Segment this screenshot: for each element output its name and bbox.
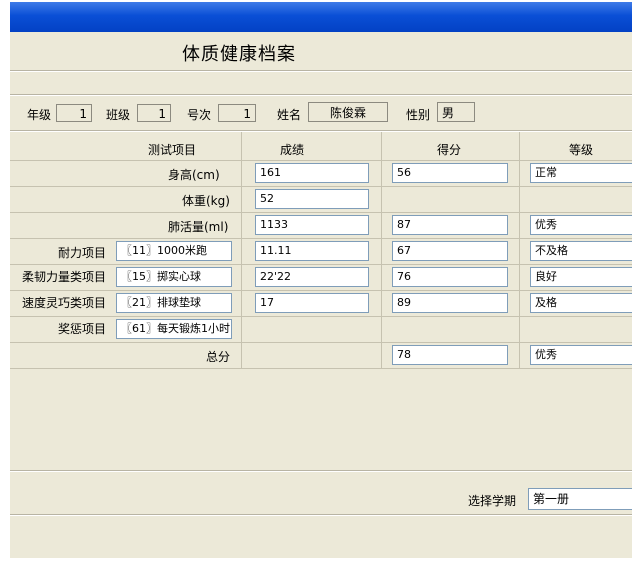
row-label-speed: 速度灵巧类项目 (22, 296, 107, 310)
number-field: 1 (218, 104, 256, 122)
speed-project-input[interactable]: 〖21〗排球垫球 (116, 293, 232, 313)
weight-score-input[interactable]: 52 (255, 189, 369, 209)
number-label: 号次 (187, 108, 212, 122)
flexibility-project-input[interactable]: 〖15〗掷实心球 (116, 267, 232, 287)
total-points-input[interactable]: 78 (392, 345, 508, 365)
row-border (10, 316, 632, 317)
row-border (10, 368, 632, 369)
divider (10, 514, 632, 516)
row-label-flexibility: 柔韧力量类项目 (22, 270, 107, 284)
name-field: 陈俊霖 (308, 102, 388, 122)
endurance-score-input[interactable]: 11.11 (255, 241, 369, 261)
header-score: 成绩 (280, 143, 305, 157)
lung-score-input[interactable]: 1133 (255, 215, 369, 235)
row-label-weight: 体重(kg) (182, 194, 230, 208)
name-label: 姓名 (277, 108, 302, 122)
row-border (10, 238, 632, 239)
height-points-input[interactable]: 56 (392, 163, 508, 183)
row-label-reward: 奖惩项目 (58, 322, 107, 336)
class-field: 1 (137, 104, 171, 122)
height-score-input[interactable]: 161 (255, 163, 369, 183)
height-level-input[interactable]: 正常 (530, 163, 632, 183)
app-window: 体质健康档案 年级 1 班级 1 号次 1 姓名 陈俊霖 性别 男 测试项目 成… (10, 2, 632, 558)
grade-field: 1 (56, 104, 92, 122)
divider (10, 94, 632, 96)
row-border (10, 212, 632, 213)
row-border (10, 342, 632, 343)
reward-project-input[interactable]: 〖61〗每天锻炼1小时 (116, 319, 232, 339)
lung-level-input[interactable]: 优秀 (530, 215, 632, 235)
grade-label: 年级 (27, 108, 52, 122)
total-label: 总分 (206, 350, 231, 364)
title-bar[interactable] (10, 2, 632, 32)
row-border (10, 186, 632, 187)
semester-select[interactable]: 第一册 (528, 488, 632, 510)
divider (10, 470, 632, 472)
table-top-border (10, 130, 632, 132)
row-label-endurance: 耐力项目 (58, 246, 107, 260)
header-points: 得分 (437, 143, 462, 157)
gender-field: 男 (437, 102, 475, 122)
gender-label: 性别 (406, 108, 431, 122)
header-item: 测试项目 (148, 143, 197, 157)
row-border (10, 160, 632, 161)
class-label: 班级 (106, 108, 131, 122)
speed-score-input[interactable]: 17 (255, 293, 369, 313)
page-title: 体质健康档案 (182, 44, 296, 65)
flexibility-level-input[interactable]: 良好 (530, 267, 632, 287)
flexibility-score-input[interactable]: 22'22 (255, 267, 369, 287)
speed-level-input[interactable]: 及格 (530, 293, 632, 313)
endurance-level-input[interactable]: 不及格 (530, 241, 632, 261)
col-border (241, 132, 242, 368)
speed-points-input[interactable]: 89 (392, 293, 508, 313)
endurance-project-input[interactable]: 〖11〗1000米跑 (116, 241, 232, 261)
col-border (519, 132, 520, 368)
header-level: 等级 (569, 143, 594, 157)
semester-label: 选择学期 (468, 494, 517, 508)
total-level-input[interactable]: 优秀 (530, 345, 632, 365)
divider (10, 70, 632, 72)
row-label-height: 身高(cm) (168, 168, 220, 182)
flexibility-points-input[interactable]: 76 (392, 267, 508, 287)
row-border (10, 290, 632, 291)
col-border (381, 132, 382, 368)
endurance-points-input[interactable]: 67 (392, 241, 508, 261)
row-label-lung: 肺活量(ml) (168, 220, 229, 234)
row-border (10, 264, 632, 265)
lung-points-input[interactable]: 87 (392, 215, 508, 235)
